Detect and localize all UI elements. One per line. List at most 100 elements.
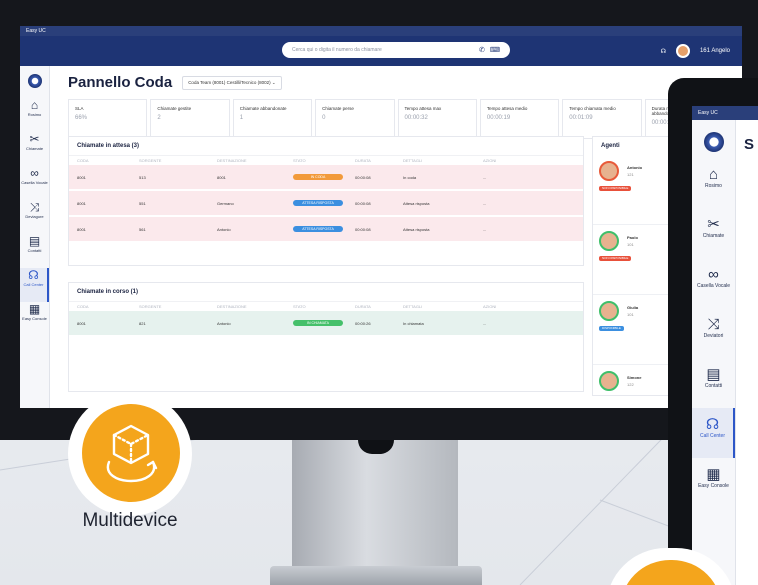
sidebar-item-call-center[interactable]: ☊ Call Center [20, 268, 49, 302]
logo-icon [703, 132, 724, 152]
tablet-sidebar-item-easy-console[interactable]: ▦ Easy Console [692, 458, 735, 508]
agent-avatar [599, 371, 619, 391]
table-row[interactable]: 8001 513 8001 IN CODA 00:00:08 In coda... [69, 165, 583, 189]
sidebar-item-label: Chiamate [25, 146, 44, 151]
sidebar-item-rosimo[interactable]: ⌂ Rosimo [20, 98, 49, 132]
tablet-sidebar-item-casella-vocale[interactable]: ∞ Casella Vocale [692, 258, 735, 308]
queue-selector[interactable]: Coda Team (8001) Cestilli/Tecnico (8002)… [182, 75, 282, 90]
row-actions-button[interactable]: ... [483, 321, 513, 326]
sidebar-item-label: Contatti [27, 248, 42, 253]
waiting-calls-card: Chiamate in attesa (3) CODA SORGENTE DESTI… [68, 136, 584, 266]
cell-sorgente: 821 [139, 320, 146, 326]
sidebar: ⌂ Rosimo ✂ Chiamate ∞ Casella Vocale ⤨ Deviagur… [20, 66, 50, 408]
chevron-down-icon: ⌄ [271, 79, 276, 85]
cell-coda: 8001 [77, 174, 86, 180]
table-row[interactable]: 8001 821 Antonio IN CHIAMATA 00:00:26 In chia… [69, 311, 583, 335]
column-header[interactable]: SORGENTE [139, 304, 217, 309]
avatar[interactable] [675, 44, 690, 58]
dialpad-icon[interactable]: ⌨ [490, 46, 500, 54]
sidebar-item-contatti[interactable]: ▤ Contatti [20, 234, 49, 268]
topbar: Cerca qui o digita il numero da chiamare… [20, 36, 742, 66]
table-row[interactable]: 8001 551 Germano ATTESA RISPOSTA 00:00:08 Att… [69, 191, 583, 215]
table-row[interactable]: 8001 561 Antonio ATTESA RISPOSTA 00:00:08 Att… [69, 217, 583, 241]
contacts-icon: ▤ [706, 366, 721, 383]
agent-status-badge: NON DISPONIBILE [599, 256, 632, 261]
search-bar[interactable]: Cerca qui o digita il numero da chiamare… [282, 42, 510, 58]
shuffle-icon: ⤨ [29, 200, 40, 214]
column-header[interactable]: DURATA [355, 304, 403, 309]
search-input[interactable]: Cerca qui o digita il numero da chiamare [292, 47, 474, 53]
kpi-label: Tempo attesa medio [486, 106, 528, 111]
agent-name: Paolo [627, 235, 638, 240]
voicemail-icon: ∞ [708, 266, 719, 283]
kpi-label: Chiamate perse [322, 106, 354, 111]
kpi-value: 0 [322, 115, 326, 121]
cell-sorgente: 561 [139, 226, 146, 232]
column-header[interactable]: DESTINAZIONE [217, 158, 293, 163]
page-title: Pannello Coda [68, 74, 173, 91]
sidebar-item-casella-vocale[interactable]: ∞ Casella Vocale [20, 166, 49, 200]
sidebar-item-deviagure[interactable]: ⤨ Deviagure [20, 200, 49, 234]
row-actions-button[interactable]: ... [483, 175, 513, 180]
queue-selector-value: Coda Team (8001) Cestilli/Tecnico (8002) [188, 79, 271, 85]
column-header[interactable]: CODA [77, 304, 139, 309]
cell-sorgente: 513 [139, 174, 146, 180]
sidebar-item-easy-console[interactable]: ▦ Easy Console [20, 302, 49, 336]
feature-badge [82, 404, 180, 502]
cell-destinazione: Germano [217, 200, 234, 206]
headset-icon[interactable]: ☊ [661, 48, 666, 55]
column-header[interactable]: DETTAGLI [403, 304, 483, 309]
window-titlebar: Easy UC [20, 26, 742, 36]
tablet-titlebar: Easy UC [692, 106, 758, 120]
kpi-label: Tempo attesa max [404, 106, 442, 111]
tablet-sidebar-item-rosimo[interactable]: ⌂ Rosimo [692, 158, 735, 208]
tablet-sidebar-item-deviatori[interactable]: ⤨ Deviatori [692, 308, 735, 358]
kpi-label: Chiamate abbandonate [239, 106, 287, 111]
sidebar-item-label: Rosimo [705, 183, 722, 189]
column-header[interactable]: STATO [293, 304, 355, 309]
waiting-calls-table: 8001 513 8001 IN CODA 00:00:08 In coda... 8001… [69, 165, 583, 241]
column-header[interactable]: STATO [293, 158, 355, 163]
cell-dettagli: In coda [403, 174, 417, 180]
house-icon: ⌂ [708, 166, 719, 183]
status-badge: ATTESA RISPOSTA [293, 226, 343, 232]
cell-durata: 00:00:08 [355, 200, 371, 206]
kpi-label: Tempo chiamata medio [569, 106, 616, 111]
cell-dettagli: In chiamata [403, 320, 424, 326]
cell-coda: 8001 [77, 200, 86, 206]
column-header[interactable]: DURATA [355, 158, 403, 163]
agent-status-badge: DISPONIBILE [599, 326, 624, 331]
phone-icon[interactable]: ✆ [479, 46, 485, 54]
tablet-app-title: Easy UC [698, 110, 718, 116]
status-badge: IN CHIAMATA [293, 320, 343, 326]
tablet-screen: Easy UC ⌂ Rosimo ✂ Chiamate ∞ Casella Vocale ⤨… [692, 106, 758, 585]
shuffle-icon: ⤨ [707, 316, 720, 333]
grid-icon: ▦ [706, 466, 721, 483]
kpi-card: Tempo attesa medio 00:00:19 [479, 99, 560, 139]
column-header[interactable]: AZIONI [483, 158, 513, 163]
user-name[interactable]: 161 Angelo [700, 48, 730, 54]
kpi-card: Chiamate perse 0 [315, 99, 395, 139]
logo-icon [27, 74, 42, 88]
sidebar-item-chiamate[interactable]: ✂ Chiamate [20, 132, 49, 166]
column-header[interactable]: DESTINAZIONE [217, 304, 293, 309]
monitor-stand [292, 440, 458, 570]
tablet-sidebar-item-call-center[interactable]: ☊ Call Center [692, 408, 735, 458]
kpi-card: SLA 66% [68, 99, 148, 139]
tablet-sidebar-item-chiamate[interactable]: ✂ Chiamate [692, 208, 735, 258]
column-header[interactable]: CODA [77, 158, 139, 163]
cell-durata: 00:00:08 [355, 174, 371, 180]
column-header[interactable]: AZIONI [483, 304, 513, 309]
column-header[interactable]: DETTAGLI [403, 158, 483, 163]
row-actions-button[interactable]: ... [483, 227, 513, 232]
row-actions-button[interactable]: ... [483, 201, 513, 206]
tablet-sidebar-item-contatti[interactable]: ▤ Contatti [692, 358, 735, 408]
cell-durata: 00:00:08 [355, 226, 371, 232]
tablet-sidebar: ⌂ Rosimo ✂ Chiamate ∞ Casella Vocale ⤨ Deviator… [692, 120, 736, 585]
topbar-actions: ☊ 161 Angelo [661, 44, 730, 58]
kpi-value: 2 [157, 115, 161, 121]
column-header[interactable]: SORGENTE [139, 158, 217, 163]
status-badge: IN CODA [293, 174, 343, 180]
scissors-icon: ✂ [29, 132, 40, 146]
agent-extension: 101 [627, 312, 634, 317]
